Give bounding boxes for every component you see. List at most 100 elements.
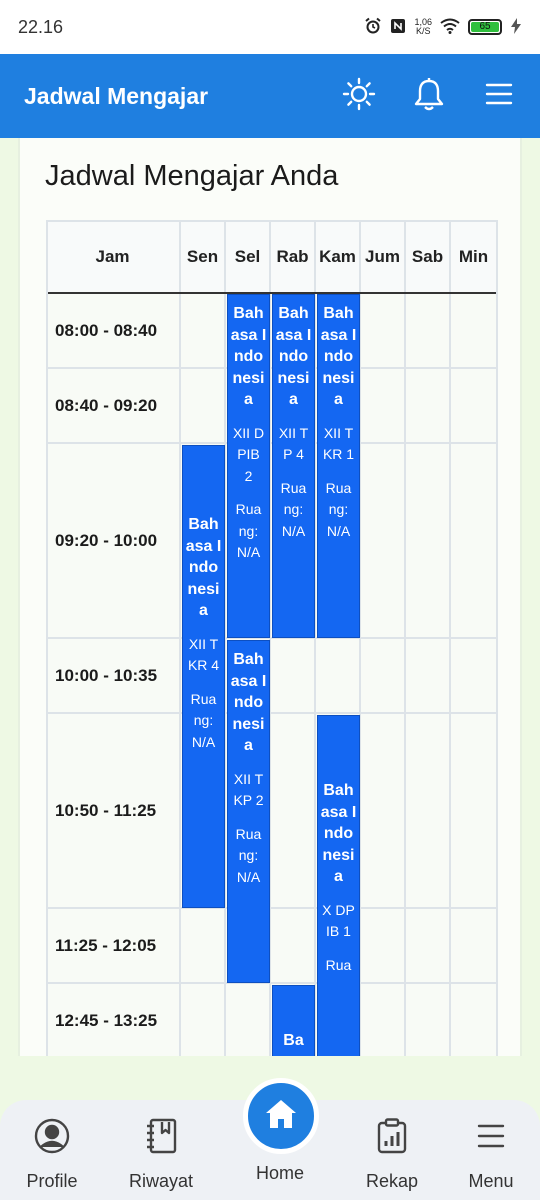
time-cell: 10:50 - 11:25 <box>46 714 181 909</box>
status-icons: 1,06 K/S 65 <box>364 17 522 38</box>
menu-button[interactable] <box>482 79 516 113</box>
slot-class: XII TKP 2 <box>233 770 264 809</box>
slot-class: X DPIB 1 <box>322 901 355 940</box>
nav-riwayat[interactable]: Riwayat <box>116 1118 206 1192</box>
time-cell: 08:00 - 08:40 <box>46 294 181 369</box>
nav-label: Riwayat <box>128 1171 194 1191</box>
profile-icon <box>34 1118 70 1159</box>
wifi-icon <box>440 18 460 37</box>
grid-cell <box>316 639 361 714</box>
slot-room: Rua <box>325 956 352 973</box>
slot-subject: Bahasa Indonesia <box>230 305 267 408</box>
nav-profile[interactable]: Profile <box>7 1118 97 1192</box>
grid-cell <box>181 294 226 369</box>
grid-cell <box>451 714 498 909</box>
schedule-slot[interactable]: Bahasa Indonesia X DPIB 1 Rua <box>317 715 360 1056</box>
history-book-icon <box>145 1118 177 1159</box>
theme-toggle-button[interactable] <box>342 77 376 116</box>
slot-subject: Bahasa Indonesia <box>320 305 357 408</box>
slot-subject: Bahasa Indonesia <box>275 305 312 408</box>
status-bar: 22.16 1,06 K/S 65 <box>0 0 540 54</box>
grid-cell <box>406 369 451 444</box>
header-day: Jum <box>361 220 406 294</box>
grid-cell <box>361 369 406 444</box>
header-day: Sab <box>406 220 451 294</box>
schedule-slot[interactable]: Bahasa Indonesia XII TKR 4 Ruang: N/A <box>182 445 225 908</box>
nav-label: Rekap <box>365 1171 419 1191</box>
header-day: Sen <box>181 220 226 294</box>
time-cell: 10:00 - 10:35 <box>46 639 181 714</box>
grid-cell <box>406 444 451 639</box>
sun-icon <box>342 77 376 116</box>
grid-cell <box>271 639 316 714</box>
nav-home-label: Home <box>255 1163 304 1183</box>
header-day: Rab <box>271 220 316 294</box>
charging-icon <box>510 17 522 37</box>
slot-class: XII TKR 1 <box>322 424 355 463</box>
slot-class: XII DPIB 2 <box>232 424 265 484</box>
slot-subject: Bahasa Indonesia <box>185 516 222 619</box>
notification-button[interactable] <box>412 77 446 116</box>
schedule-card: Jadwal Mengajar Anda Jam Sen Sel Rab Kam… <box>18 138 522 1056</box>
grid-cell <box>406 639 451 714</box>
slot-subject: Ba <box>283 1032 304 1049</box>
nav-label: Menu <box>468 1171 514 1191</box>
grid-cell <box>406 294 451 369</box>
grid-cell <box>406 984 451 1056</box>
slot-room: Ruang: N/A <box>325 479 352 539</box>
grid-cell <box>181 369 226 444</box>
nav-rekap[interactable]: Rekap <box>347 1118 437 1192</box>
bell-icon <box>413 77 445 116</box>
grid-cell <box>226 984 271 1056</box>
schedule-slot[interactable]: Ba <box>272 985 315 1056</box>
slot-room: Ruang: N/A <box>235 825 262 885</box>
header-day: Kam <box>316 220 361 294</box>
menu-icon <box>476 1118 506 1159</box>
grid-cell <box>181 984 226 1056</box>
time-cell: 08:40 - 09:20 <box>46 369 181 444</box>
page-title: Jadwal Mengajar Anda <box>45 160 339 192</box>
grid-cell <box>451 369 498 444</box>
header-day: Min <box>451 220 498 294</box>
grid-cell <box>181 909 226 984</box>
app-bar: Jadwal Mengajar <box>0 54 540 138</box>
grid-cell <box>271 909 316 984</box>
alarm-icon <box>364 17 382 38</box>
grid-cell <box>271 714 316 909</box>
battery-icon: 65 <box>468 19 502 35</box>
schedule-slot[interactable]: Bahasa Indonesia XII TP 4 Ruang: N/A <box>272 294 315 638</box>
slot-subject: Bahasa Indonesia <box>230 651 267 754</box>
grid-cell <box>451 294 498 369</box>
slot-room: Ruang: N/A <box>235 501 262 560</box>
net-speed-unit: K/S <box>415 26 431 36</box>
grid-cell <box>361 639 406 714</box>
time-cell: 11:25 - 12:05 <box>46 909 181 984</box>
nav-label: Profile <box>26 1171 78 1191</box>
grid-cell <box>451 984 498 1056</box>
menu-icon <box>485 82 513 111</box>
schedule-slot[interactable]: Bahasa Indonesia XII TKR 1 Ruang: N/A <box>317 294 360 638</box>
grid-cell <box>361 294 406 369</box>
app-title: Jadwal Mengajar <box>24 82 209 109</box>
header-jam: Jam <box>46 220 181 294</box>
home-icon <box>264 1098 298 1135</box>
nav-home-button[interactable] <box>243 1078 319 1154</box>
schedule-slot[interactable]: Bahasa Indonesia XII TKP 2 Ruang: N/A <box>227 640 270 983</box>
grid-cell <box>361 909 406 984</box>
slot-subject: Bahasa Indonesia <box>320 782 357 885</box>
nav-menu[interactable]: Menu <box>446 1118 536 1192</box>
grid-cell <box>451 444 498 639</box>
grid-cell <box>406 909 451 984</box>
slot-room: Ruang: N/A <box>190 690 217 750</box>
time-cell: 12:45 - 13:25 <box>46 984 181 1056</box>
report-clipboard-icon <box>376 1118 408 1159</box>
time-cell: 09:20 - 10:00 <box>46 444 181 639</box>
schedule-slot[interactable]: Bahasa Indonesia XII DPIB 2 Ruang: N/A <box>227 294 270 638</box>
net-speed: 1,06 K/S <box>414 18 432 36</box>
slot-room: Ruang: N/A <box>280 479 307 539</box>
schedule-table: Jam Sen Sel Rab Kam Jum Sab Min 08:00 - … <box>46 220 498 1056</box>
grid-cell <box>406 714 451 909</box>
grid-cell <box>361 984 406 1056</box>
nfc-icon <box>390 18 406 37</box>
slot-class: XII TP 4 <box>278 424 309 463</box>
